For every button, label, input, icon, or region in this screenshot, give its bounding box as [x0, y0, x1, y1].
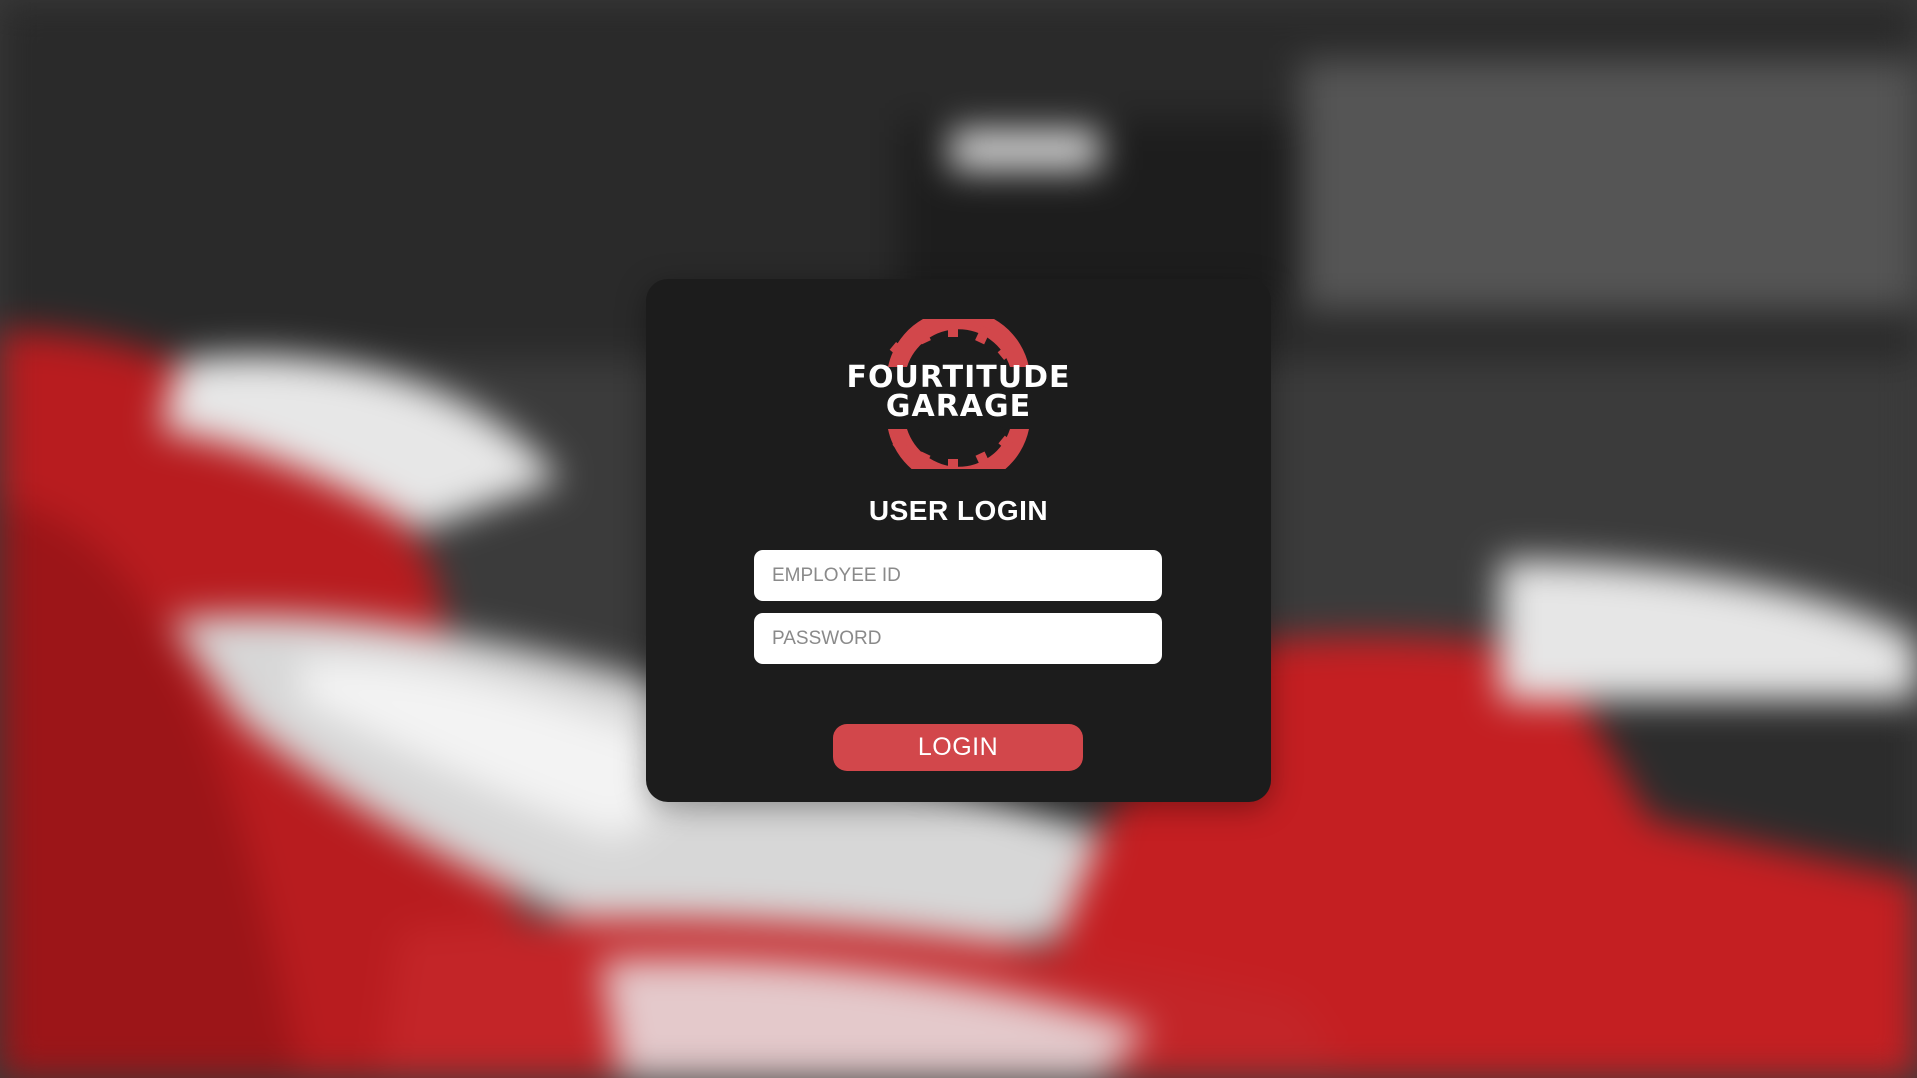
brand-name-line2: GARAGE [885, 389, 1032, 424]
employee-id-input[interactable] [754, 550, 1162, 601]
login-card: FOURTITUDE GARAGE USER LOGIN LOGIN [646, 279, 1271, 802]
login-button[interactable]: LOGIN [833, 724, 1083, 771]
login-heading: USER LOGIN [868, 495, 1049, 526]
password-input[interactable] [754, 613, 1162, 664]
brand-logo: FOURTITUDE GARAGE [796, 319, 1121, 469]
